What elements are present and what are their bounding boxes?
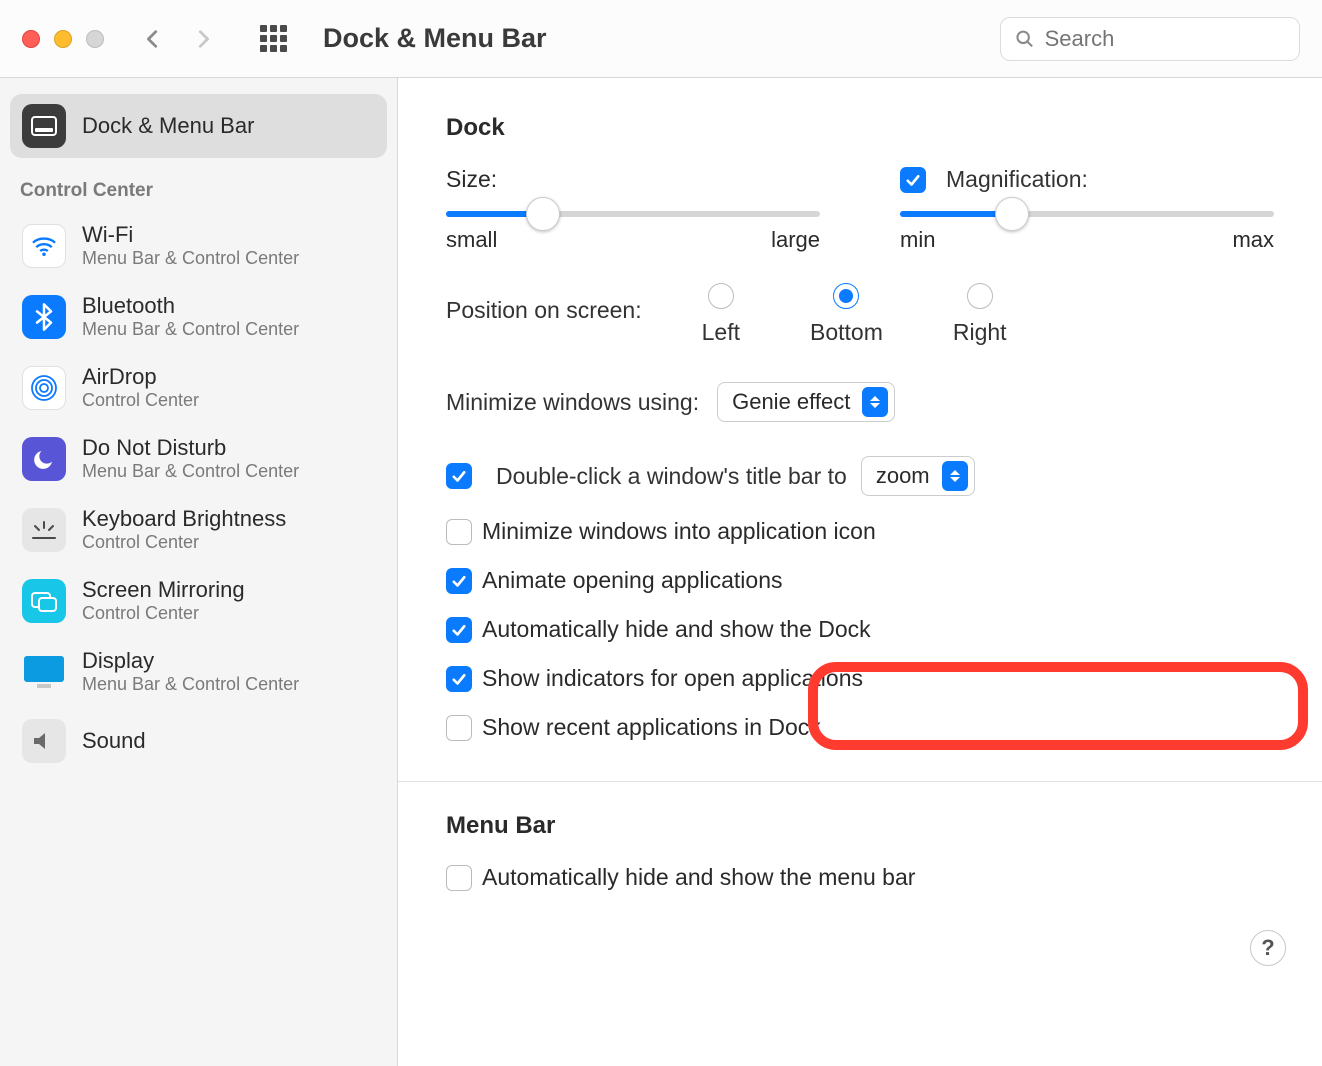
magnification-checkbox[interactable]: [900, 167, 926, 193]
show-indicators-label: Show indicators for open applications: [482, 665, 863, 692]
mag-min-label: min: [900, 227, 935, 253]
window-title: Dock & Menu Bar: [323, 23, 982, 54]
chevron-updown-icon: [942, 461, 968, 491]
autohide-dock-checkbox[interactable]: [446, 617, 472, 643]
keyboard-brightness-icon: [22, 508, 66, 552]
sidebar-item-keyboard-brightness[interactable]: Keyboard BrightnessControl Center: [10, 496, 387, 563]
close-icon[interactable]: [22, 30, 40, 48]
screen-mirroring-icon: [22, 579, 66, 623]
search-input[interactable]: [1045, 26, 1285, 52]
sidebar-item-dnd[interactable]: Do Not DisturbMenu Bar & Control Center: [10, 425, 387, 492]
sidebar-item-sub: Menu Bar & Control Center: [82, 319, 299, 340]
toolbar: Dock & Menu Bar: [0, 0, 1322, 78]
divider: [398, 781, 1322, 782]
show-recent-checkbox[interactable]: [446, 715, 472, 741]
sidebar-item-label: Do Not Disturb: [82, 435, 299, 461]
forward-icon[interactable]: [192, 25, 214, 53]
sidebar-item-sound[interactable]: Sound: [10, 709, 387, 773]
doubleclick-checkbox[interactable]: [446, 463, 472, 489]
minimize-using-label: Minimize windows using:: [446, 389, 699, 416]
animate-opening-checkbox[interactable]: [446, 568, 472, 594]
minimize-icon[interactable]: [54, 30, 72, 48]
help-button[interactable]: ?: [1250, 930, 1286, 966]
doubleclick-select[interactable]: zoom: [861, 456, 975, 496]
mag-max-label: max: [1232, 227, 1274, 253]
sidebar-item-dock-menubar[interactable]: Dock & Menu Bar: [10, 94, 387, 158]
sidebar-item-sub: Menu Bar & Control Center: [82, 248, 299, 269]
doubleclick-value: zoom: [876, 463, 930, 489]
sidebar-item-wifi[interactable]: Wi-FiMenu Bar & Control Center: [10, 212, 387, 279]
sidebar-item-label: Display: [82, 648, 299, 674]
sidebar-item-bluetooth[interactable]: BluetoothMenu Bar & Control Center: [10, 283, 387, 350]
sidebar-item-screen-mirroring[interactable]: Screen MirroringControl Center: [10, 567, 387, 634]
magnification-label: Magnification:: [946, 166, 1088, 193]
sidebar: Dock & Menu Bar Control Center Wi-FiMenu…: [0, 78, 398, 1066]
content-pane: Dock Size: small large Magnification:: [398, 78, 1322, 1066]
airdrop-icon: [22, 366, 66, 410]
sidebar-item-sub: Control Center: [82, 532, 286, 553]
maximize-icon[interactable]: [86, 30, 104, 48]
sidebar-item-label: AirDrop: [82, 364, 199, 390]
radio-bottom[interactable]: [833, 283, 859, 309]
dock-heading: Dock: [446, 114, 1274, 142]
radio-left-label: Left: [702, 319, 740, 346]
magnification-slider[interactable]: [900, 211, 1274, 217]
radio-right-label: Right: [953, 319, 1007, 346]
sound-icon: [22, 719, 66, 763]
sidebar-item-label: Keyboard Brightness: [82, 506, 286, 532]
size-slider[interactable]: [446, 211, 820, 217]
dock-menubar-icon: [22, 104, 66, 148]
display-icon: [22, 650, 66, 694]
autohide-menubar-checkbox[interactable]: [446, 865, 472, 891]
bluetooth-icon: [22, 295, 66, 339]
show-all-icon[interactable]: [260, 25, 287, 52]
animate-opening-label: Animate opening applications: [482, 567, 782, 594]
sidebar-item-label: Sound: [82, 728, 146, 754]
sidebar-item-label: Bluetooth: [82, 293, 299, 319]
position-label: Position on screen:: [446, 283, 642, 324]
sidebar-item-sub: Control Center: [82, 603, 245, 624]
radio-left[interactable]: [708, 283, 734, 309]
minimize-using-value: Genie effect: [732, 389, 850, 415]
minimize-using-select[interactable]: Genie effect: [717, 382, 895, 422]
sidebar-item-label: Wi-Fi: [82, 222, 299, 248]
sidebar-item-label: Screen Mirroring: [82, 577, 245, 603]
chevron-updown-icon: [862, 387, 888, 417]
size-label: Size:: [446, 166, 820, 193]
moon-icon: [22, 437, 66, 481]
search-icon: [1015, 28, 1035, 50]
autohide-menubar-label: Automatically hide and show the menu bar: [482, 864, 915, 891]
search-field[interactable]: [1000, 17, 1300, 61]
back-icon[interactable]: [142, 25, 164, 53]
menubar-heading: Menu Bar: [446, 812, 1274, 840]
wifi-icon: [22, 224, 66, 268]
size-small-label: small: [446, 227, 497, 253]
sidebar-item-sub: Menu Bar & Control Center: [82, 461, 299, 482]
minimize-into-app-label: Minimize windows into application icon: [482, 518, 876, 545]
sidebar-item-sub: Menu Bar & Control Center: [82, 674, 299, 695]
show-recent-label: Show recent applications in Dock: [482, 714, 821, 741]
doubleclick-label: Double-click a window's title bar to: [496, 463, 847, 490]
radio-right[interactable]: [967, 283, 993, 309]
minimize-into-app-checkbox[interactable]: [446, 519, 472, 545]
show-indicators-checkbox[interactable]: [446, 666, 472, 692]
radio-bottom-label: Bottom: [810, 319, 883, 346]
sidebar-section: Control Center: [10, 162, 387, 212]
window-controls: [22, 30, 104, 48]
sidebar-item-label: Dock & Menu Bar: [82, 113, 254, 139]
sidebar-item-display[interactable]: DisplayMenu Bar & Control Center: [10, 638, 387, 705]
autohide-dock-label: Automatically hide and show the Dock: [482, 616, 871, 643]
size-large-label: large: [771, 227, 820, 253]
sidebar-item-sub: Control Center: [82, 390, 199, 411]
nav-arrows: [142, 25, 214, 53]
sidebar-item-airdrop[interactable]: AirDropControl Center: [10, 354, 387, 421]
